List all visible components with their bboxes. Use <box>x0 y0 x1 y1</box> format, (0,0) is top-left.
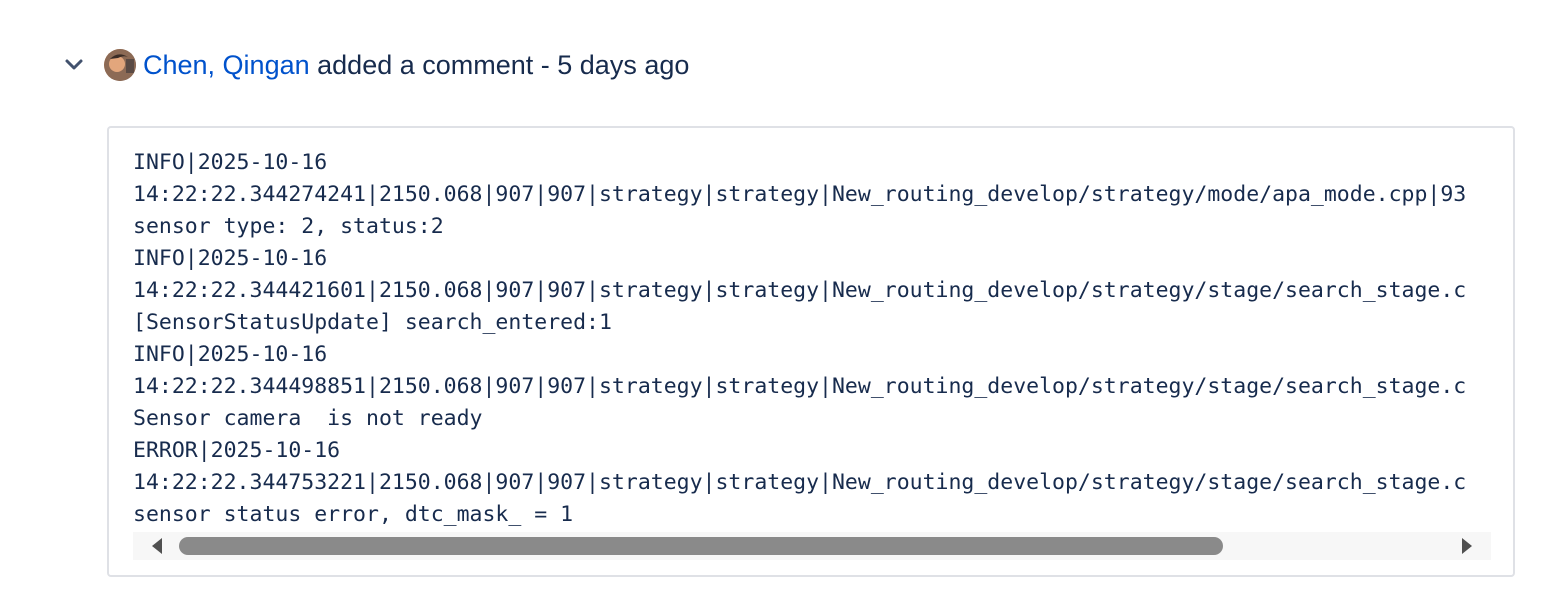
code-line: ERROR|2025-10-16 <box>133 438 341 463</box>
code-line: sensor type: 2, status:2 <box>133 214 444 239</box>
code-line: 14:22:22.344753221|2150.068|907|907|stra… <box>133 470 1467 495</box>
code-line: INFO|2025-10-16 <box>133 342 328 367</box>
comment-meta: Chen, Qingan added a comment - 5 days ag… <box>143 50 689 81</box>
code-line: 14:22:22.344421601|2150.068|907|907|stra… <box>133 278 1467 303</box>
scroll-left-arrow-icon[interactable] <box>143 532 171 560</box>
code-line: INFO|2025-10-16 <box>133 246 328 271</box>
chevron-down-icon[interactable] <box>60 51 88 79</box>
code-block[interactable]: INFO|2025-10-16 14:22:22.344274241|2150.0… <box>133 147 1491 531</box>
comment-action-text: added a comment - 5 days ago <box>317 49 690 80</box>
scroll-right-arrow-icon[interactable] <box>1453 532 1481 560</box>
author-link[interactable]: Chen, Qingan <box>143 50 310 80</box>
code-line: INFO|2025-10-16 <box>133 150 328 175</box>
horizontal-scrollbar[interactable] <box>133 532 1491 560</box>
code-line: 14:22:22.344274241|2150.068|907|907|stra… <box>133 182 1467 207</box>
code-line: [SensorStatusUpdate] search_entered:1 <box>133 310 612 335</box>
code-line: Sensor camera is not ready <box>133 406 483 431</box>
code-panel: INFO|2025-10-16 14:22:22.344274241|2150.0… <box>107 126 1515 577</box>
avatar[interactable] <box>104 49 136 81</box>
code-line: sensor status error, dtc_mask_ = 1 <box>133 502 574 527</box>
comment-header: Chen, Qingan added a comment - 5 days ag… <box>60 40 689 90</box>
code-line: 14:22:22.344498851|2150.068|907|907|stra… <box>133 374 1467 399</box>
scrollbar-thumb[interactable] <box>179 537 1223 555</box>
